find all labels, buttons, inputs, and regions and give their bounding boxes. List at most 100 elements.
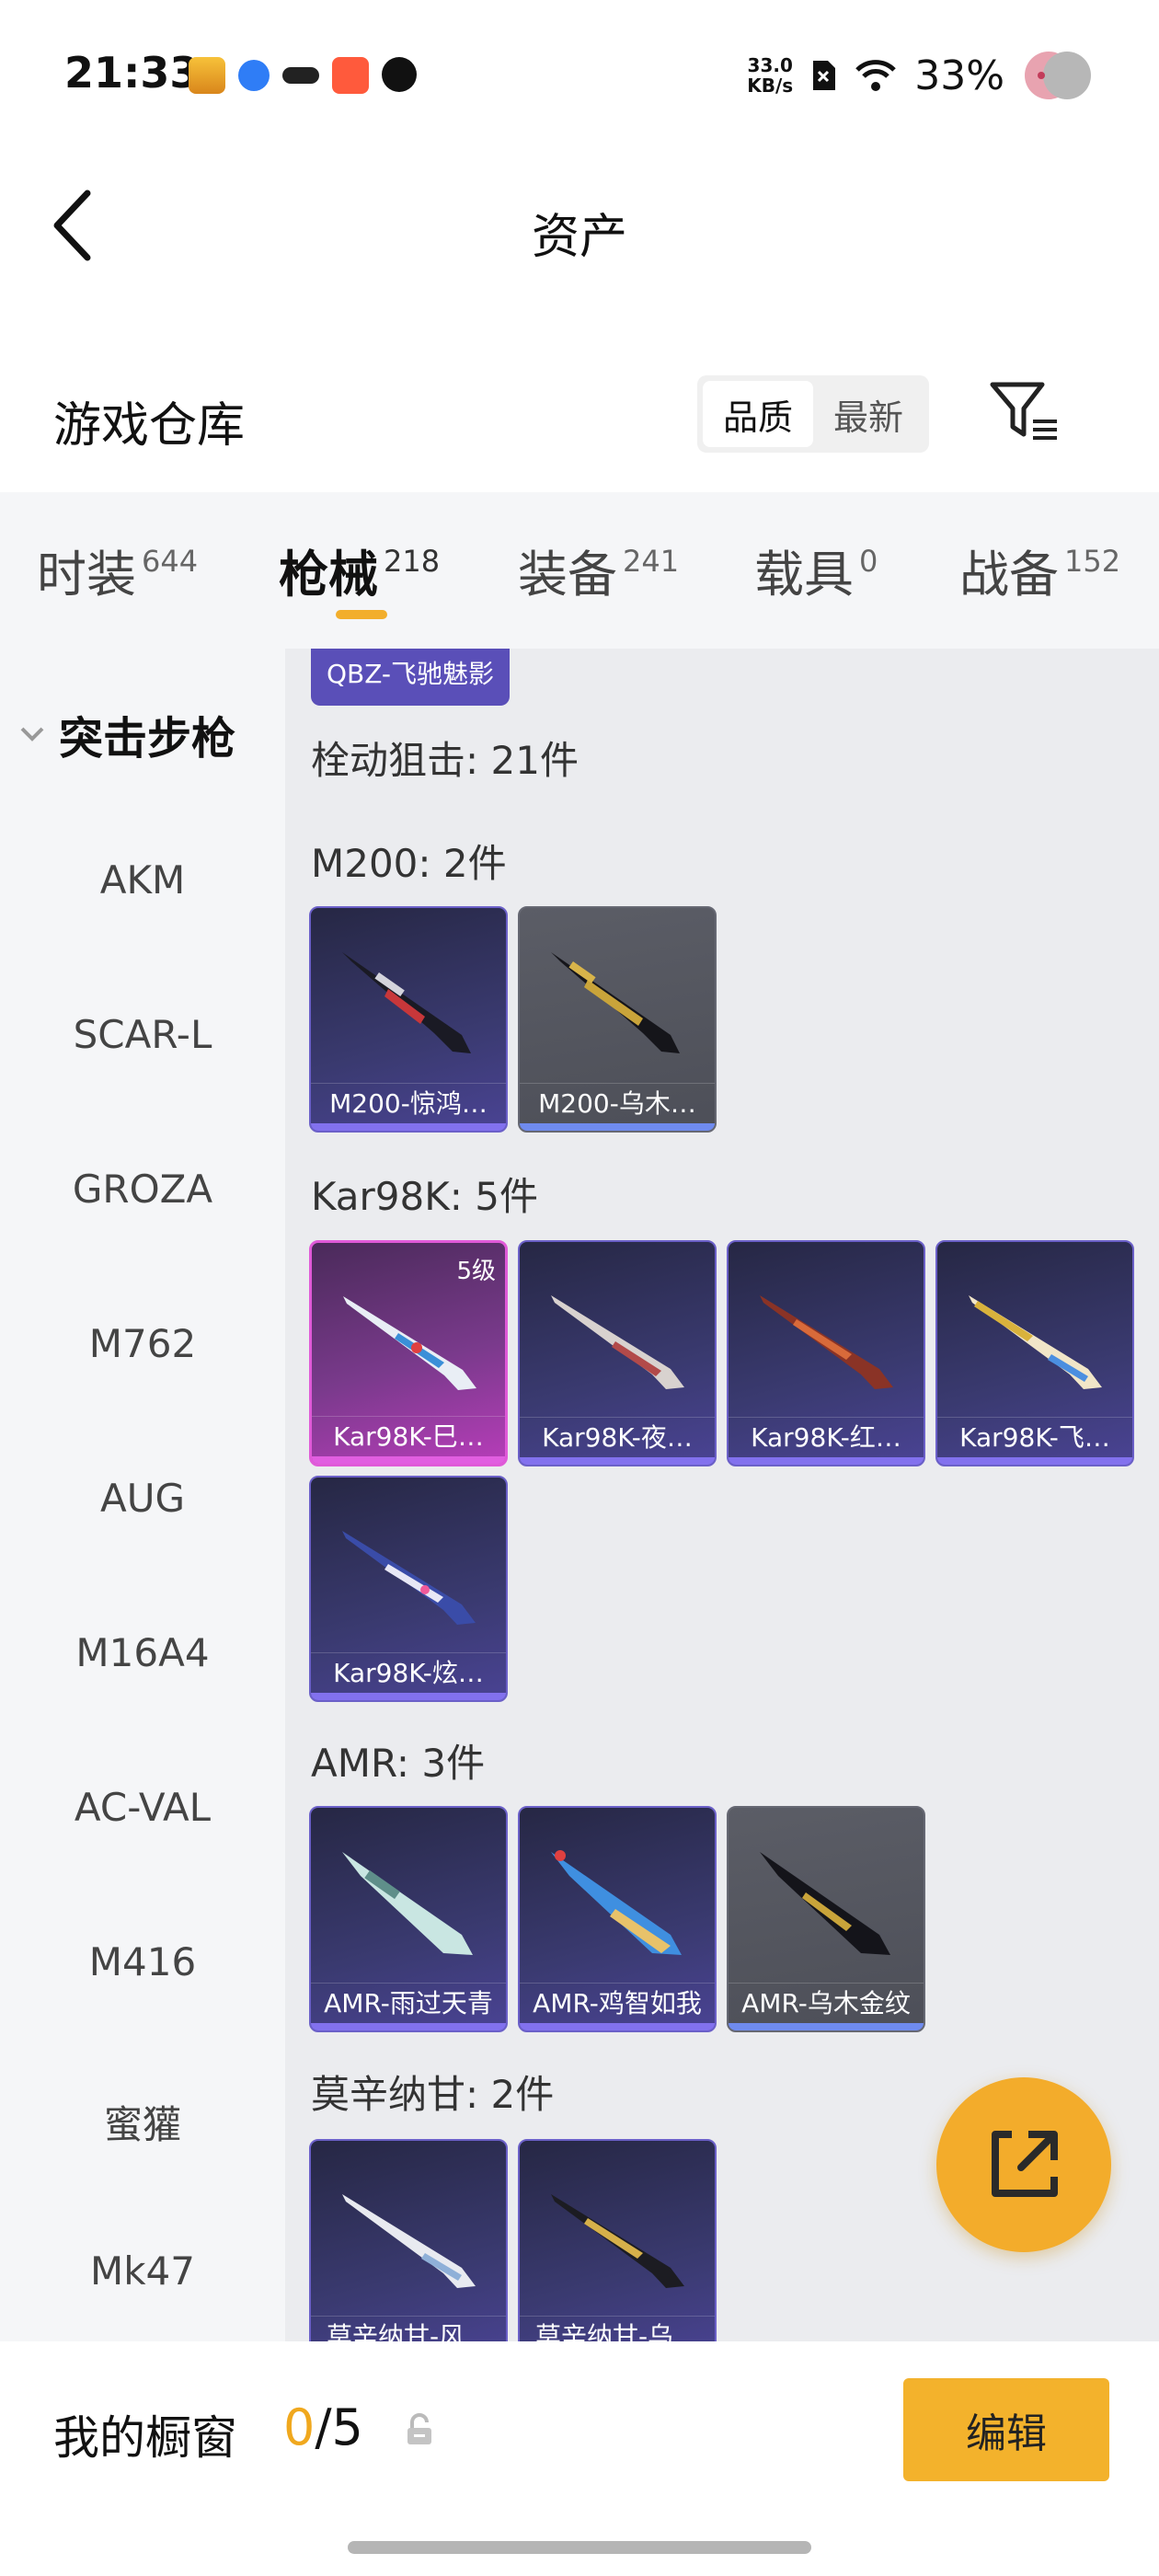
tab-count: 152 [1064,544,1121,579]
rarity-bar [311,1123,506,1131]
sort-latest-button[interactable]: 最新 [813,381,924,447]
weapon-card-label: 莫辛纳甘-风… [311,2316,506,2341]
rifle-icon [551,952,680,1053]
rarity-bar [520,1457,715,1465]
sidebar-category-assault-rifle[interactable]: 突击步枪 [18,702,235,766]
tab-count: 0 [859,544,878,579]
tab-label: 战备 [959,546,1059,604]
sidebar-item-m16a4[interactable]: M16A4 [0,1630,285,1675]
battery-icon [1025,52,1091,99]
rarity-bar [729,2023,924,2030]
showcase-total: /5 [315,2398,363,2456]
weapon-card-label: Kar98K-炫… [311,1652,506,1693]
sidebar-category-label: 突击步枪 [59,713,236,765]
sidebar-item-aug[interactable]: AUG [0,1476,285,1521]
weapon-card[interactable]: M200-惊鸿… [309,906,508,1133]
rarity-bar [937,1457,1132,1465]
weapon-card[interactable]: 莫辛纳甘-乌… [518,2139,717,2341]
wifi-icon [855,60,896,91]
rifle-icon [342,2194,476,2288]
home-indicator[interactable] [348,2541,811,2554]
battery-percent: 33% [914,52,1004,99]
weapon-card[interactable]: AMR-乌木金纹 [727,1806,925,2032]
tab-supplies[interactable]: 战备 152 [959,534,1120,606]
weapon-card[interactable]: Kar98K-炫… [309,1476,508,1702]
rifle-icon [551,2194,684,2288]
group-title-mosin: 莫辛纳甘: 2件 [311,2072,555,2117]
tab-label: 载具 [754,546,854,604]
showcase-label: 我的橱窗 [53,2411,237,2465]
tab-vehicles[interactable]: 载具 0 [754,534,878,606]
rifle-icon [760,1852,890,1955]
video-app-icon [332,57,369,94]
rarity-bar [520,2023,715,2030]
rifle-icon [551,1850,682,1955]
share-button[interactable] [936,2077,1111,2252]
rifle-icon [342,952,471,1053]
sidebar-item-m416[interactable]: M416 [0,1939,285,1984]
tab-label: 枪械 [279,546,378,604]
sidebar-item-akm[interactable]: AKM [0,857,285,903]
net-speed-unit: KB/s [747,75,794,97]
browser-app-icon [382,57,417,92]
drone-app-icon [282,67,319,84]
rifle-icon [969,1295,1102,1389]
weapon-card-partial[interactable]: QBZ-飞驰魅影 [311,649,510,706]
chevron-down-icon [20,727,44,742]
rarity-bar [520,1123,715,1131]
status-bar: 21:33 33.0 KB/s 33% [0,0,1159,147]
tab-count: 218 [384,544,441,579]
sidebar-item-scar-l[interactable]: SCAR-L [0,1012,285,1057]
rifle-icon [760,1295,893,1389]
weapon-card[interactable]: M200-乌木… [518,906,717,1133]
sort-toggle: 品质 最新 [697,375,929,453]
share-icon [992,2131,1058,2197]
sort-quality-button[interactable]: 品质 [703,381,813,447]
game-app-icon [189,57,225,94]
rarity-bar [311,2023,506,2030]
weapon-card-label: AMR-雨过天青 [311,1983,506,2023]
rarity-bar [729,1457,924,1465]
weapon-card[interactable]: 5级 Kar98K-巳… [309,1240,508,1466]
tab-fashion[interactable]: 时装 644 [37,534,198,606]
tab-count: 241 [623,544,680,579]
rifle-icon [343,1296,476,1390]
edit-button[interactable]: 编辑 [903,2378,1109,2481]
weapon-card-label: Kar98K-夜… [520,1417,715,1457]
group-title-amr: AMR: 3件 [311,1741,486,1786]
weapon-card[interactable]: Kar98K-红… [727,1240,925,1466]
tab-count: 644 [142,544,199,579]
weapon-card[interactable]: AMR-鸡智如我 [518,1806,717,2032]
sidebar-item-m762[interactable]: M762 [0,1321,285,1366]
filter-icon[interactable] [989,379,1062,443]
tab-equipment[interactable]: 装备 241 [518,534,679,606]
sidebar-item-honey-badger[interactable]: 蜜獾 [0,2094,285,2150]
weapon-card-label: M200-乌木… [520,1083,715,1123]
notification-icons [189,57,417,94]
showcase-bar: 我的橱窗 0/5 编辑 [0,2341,1159,2576]
weapon-card-label: Kar98K-巳… [312,1416,505,1456]
group-title-kar98k: Kar98K: 5件 [311,1174,539,1219]
lock-icon [407,2413,431,2444]
weapon-card[interactable]: Kar98K-夜… [518,1240,717,1466]
weapon-card[interactable]: Kar98K-飞… [935,1240,1134,1466]
tab-weapons[interactable]: 枪械 218 [279,534,440,606]
weapon-card[interactable]: AMR-雨过天青 [309,1806,508,2032]
rarity-bar [311,1693,506,1700]
sidebar-item-mk47[interactable]: Mk47 [0,2248,285,2294]
weapon-card-label: M200-惊鸿… [311,1083,506,1123]
page-title: 资产 [531,210,627,265]
weapon-card-label: 莫辛纳甘-乌… [520,2316,715,2341]
tab-label: 装备 [518,546,617,604]
net-speed: 33.0 KB/s [747,55,793,96]
net-speed-value: 33.0 [747,54,793,76]
showcase-current: 0 [283,2398,316,2456]
sidebar-item-groza[interactable]: GROZA [0,1167,285,1212]
tab-label: 时装 [37,546,136,604]
weapon-card-label: Kar98K-飞… [937,1417,1132,1457]
rifle-icon [551,1295,684,1389]
sidebar-item-ac-val[interactable]: AC-VAL [0,1785,285,1830]
no-sim-icon [813,61,836,90]
weapon-card[interactable]: 莫辛纳甘-风… [309,2139,508,2341]
weapon-type-sidebar: 突击步枪 AKM SCAR-L GROZA M762 AUG M16A4 AC-… [0,649,285,2341]
